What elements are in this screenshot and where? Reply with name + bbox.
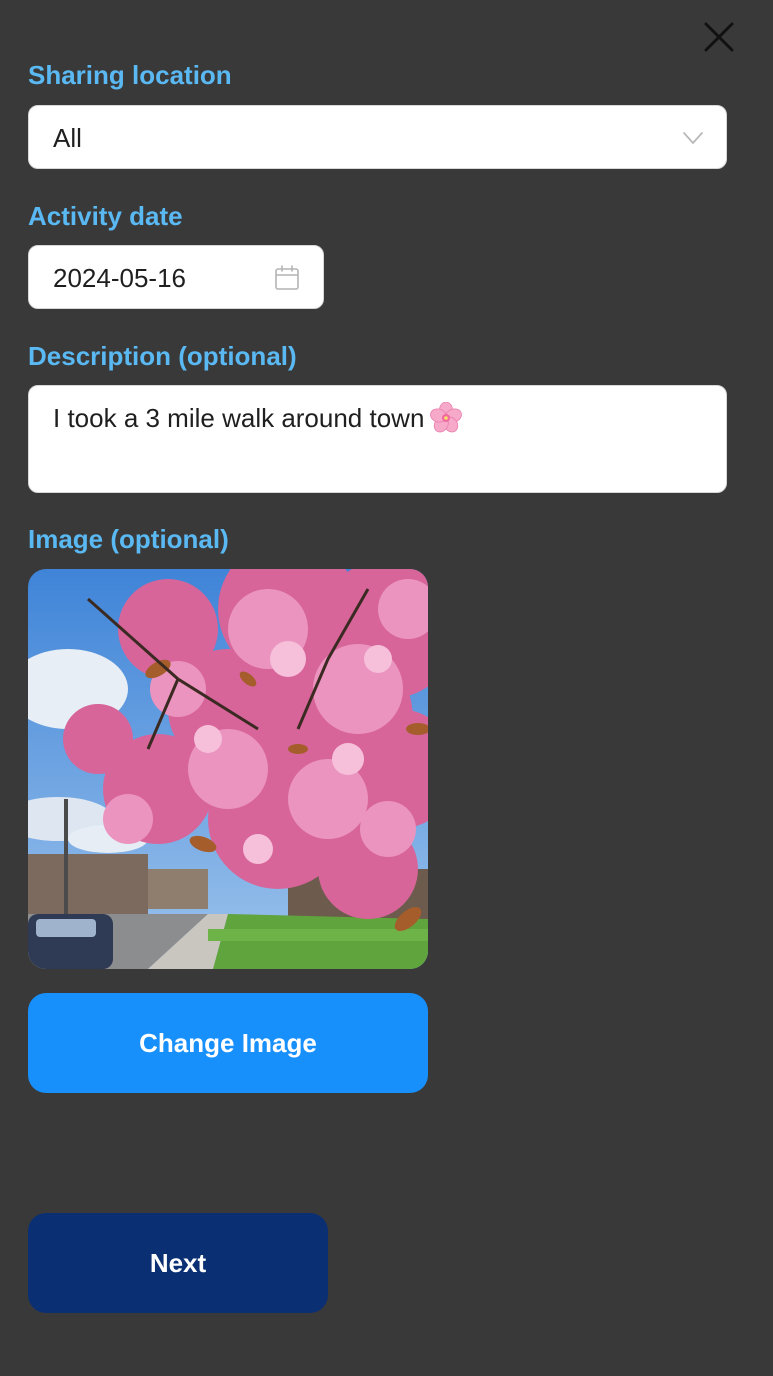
calendar-icon[interactable] [273,264,301,292]
description-textarea[interactable]: I took a 3 mile walk around town [28,385,727,493]
close-icon [704,22,734,52]
description-text: I took a 3 mile walk around town [53,403,425,433]
change-image-button[interactable]: Change Image [28,993,428,1093]
activity-date-input[interactable]: 2024-05-16 [28,245,324,309]
sharing-location-label: Sharing location [28,60,232,90]
description-label: Description (optional) [28,341,297,371]
next-button[interactable]: Next [28,1213,328,1313]
cherry-blossom-photo [28,569,428,969]
close-button[interactable] [702,20,736,54]
image-label: Image (optional) [28,524,229,554]
sharing-location-value: All [53,123,82,153]
chevron-down-icon [683,132,703,144]
cherry-blossom-icon [430,402,463,433]
activity-date-label: Activity date [28,201,183,231]
description-value: I took a 3 mile walk around town [53,402,463,434]
sharing-location-select[interactable]: All [28,105,727,169]
activity-date-value: 2024-05-16 [53,263,186,293]
image-preview [28,569,428,969]
